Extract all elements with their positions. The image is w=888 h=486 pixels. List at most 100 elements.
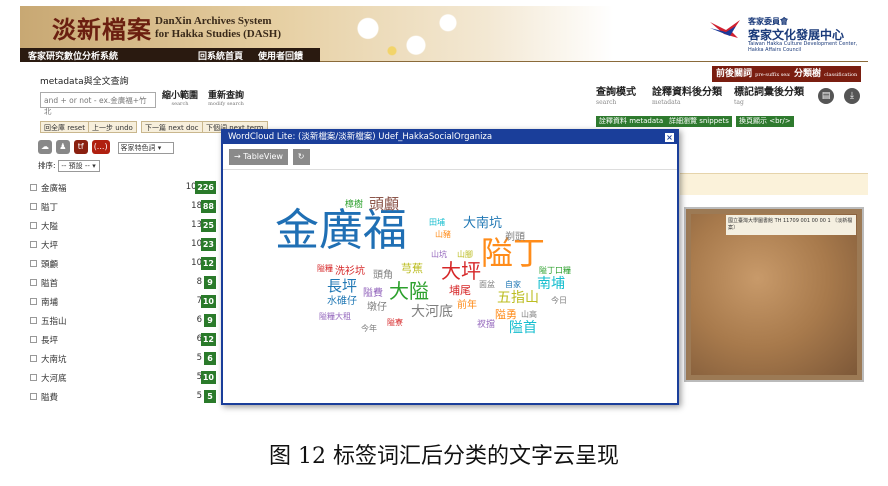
term-checkbox[interactable] xyxy=(30,279,37,286)
term-freq-badge[interactable]: 88 xyxy=(200,200,216,213)
term-checkbox[interactable] xyxy=(30,241,37,248)
term-freq-badge[interactable]: 9 xyxy=(204,276,216,289)
cloud-word[interactable]: 芎蕉 xyxy=(401,263,423,274)
list-item[interactable]: 金廣福 101 226 xyxy=(30,180,220,199)
cloud-icon[interactable]: ☁ xyxy=(38,140,52,154)
search-input[interactable]: and + or not - ex.金廣福+竹北 xyxy=(40,92,156,116)
reset-button[interactable]: 回全庫 reset xyxy=(40,121,89,133)
cloud-word[interactable]: 金廣福 xyxy=(275,209,407,253)
list-item[interactable]: 大河底 5 10 xyxy=(30,370,220,389)
list-item[interactable]: 南埔 7 10 xyxy=(30,294,220,313)
cloud-word[interactable]: 大河底 xyxy=(411,305,453,319)
tab-pre-suffix[interactable]: 前後關詞 pre-suffix search xyxy=(712,66,802,82)
table-view-button[interactable]: → TableView xyxy=(229,149,288,165)
cloud-word[interactable]: 長坪 xyxy=(327,279,357,294)
cloud-word[interactable]: 隘糧大租 xyxy=(319,313,351,321)
term-freq-badge[interactable]: 6 xyxy=(204,352,216,365)
term-checkbox[interactable] xyxy=(30,260,37,267)
term-freq-badge[interactable]: 226 xyxy=(195,181,216,194)
person-icon[interactable]: ♟ xyxy=(55,140,70,154)
cloud-word[interactable]: 今日 xyxy=(551,297,567,305)
snippets-button[interactable]: 詳細瀏覽 snippets xyxy=(666,116,732,127)
close-button[interactable]: × xyxy=(665,133,674,142)
list-item[interactable]: 隘丁 18 88 xyxy=(30,199,220,218)
cloud-word[interactable]: 山豬 xyxy=(435,231,451,239)
term-freq-badge[interactable]: 10 xyxy=(200,295,216,308)
cloud-word[interactable]: 大南坑 xyxy=(463,217,502,230)
term-freq-badge[interactable]: 10 xyxy=(200,371,216,384)
cloud-word[interactable]: 田埔 xyxy=(429,219,445,227)
modify-search-button[interactable]: 重新查詢 modify search xyxy=(208,92,244,108)
term-checkbox[interactable] xyxy=(30,355,37,362)
tag-classify-button[interactable]: 標記詞彙後分類 tag xyxy=(734,88,804,108)
list-item[interactable]: 五指山 6 9 xyxy=(30,313,220,332)
term-checkbox[interactable] xyxy=(30,222,37,229)
cloud-word[interactable]: 頭顱 xyxy=(369,197,399,212)
term-checkbox[interactable] xyxy=(30,317,37,324)
cloud-word[interactable]: 五指山 xyxy=(497,291,539,305)
cloud-word[interactable]: 洗衫坑 xyxy=(335,267,365,277)
cloud-word[interactable]: 隘首 xyxy=(509,321,537,335)
cloud-word[interactable]: 衩擋 xyxy=(477,321,495,330)
term-checkbox[interactable] xyxy=(30,298,37,305)
refresh-icon[interactable]: ↻ xyxy=(292,149,310,165)
list-item[interactable]: 頭顱 10 12 xyxy=(30,256,220,275)
cloud-word[interactable]: 今年 xyxy=(361,325,377,333)
term-freq-badge[interactable]: 9 xyxy=(204,314,216,327)
term-freq-badge[interactable]: 5 xyxy=(204,390,216,403)
list-item[interactable]: 大坪 10 23 xyxy=(30,237,220,256)
category-select[interactable]: 客家特色詞 ▾ xyxy=(117,141,174,154)
cloud-word[interactable]: 山高 xyxy=(521,311,537,319)
page-display-button[interactable]: 換頁顯示 <br/> xyxy=(736,116,794,127)
tab-classification[interactable]: 分類樹 classification xyxy=(790,66,862,82)
cloud-word[interactable]: 頭角 xyxy=(373,271,393,281)
more-button[interactable]: (...) xyxy=(91,140,110,154)
hakka-council-logo[interactable]: 客家委員會 客家文化發展中心 Taiwan Hakka Culture Deve… xyxy=(708,14,858,53)
cloud-word[interactable]: 樟樹 xyxy=(345,201,363,210)
cloud-word[interactable]: 隘丁口糧 xyxy=(539,267,571,275)
cloud-word[interactable]: 埔尾 xyxy=(449,285,471,296)
cloud-word[interactable]: 大隘 xyxy=(389,281,429,301)
term-checkbox[interactable] xyxy=(30,203,37,210)
cloud-word[interactable]: 山坑 xyxy=(431,251,447,259)
cloud-word[interactable]: 面盆 xyxy=(479,281,495,289)
cloud-word[interactable]: 自家 xyxy=(505,281,521,289)
cloud-word[interactable]: 水碓仔 xyxy=(327,297,357,307)
undo-button[interactable]: 上一步 undo xyxy=(88,121,137,133)
list-item[interactable]: 大隘 13 25 xyxy=(30,218,220,237)
tf-button[interactable]: tf xyxy=(73,140,88,154)
cloud-word[interactable]: 南埔 xyxy=(537,277,565,291)
cloud-word[interactable]: 山腳 xyxy=(457,251,473,259)
term-freq-badge[interactable]: 12 xyxy=(200,333,216,346)
metadata-classify-button[interactable]: 詮釋資料後分類 metadata xyxy=(652,88,722,108)
print-icon[interactable]: ▤ xyxy=(818,88,834,104)
term-checkbox[interactable] xyxy=(30,374,37,381)
term-freq-badge[interactable]: 12 xyxy=(200,257,216,270)
term-checkbox[interactable] xyxy=(30,184,37,191)
term-checkbox[interactable] xyxy=(30,336,37,343)
cloud-word[interactable]: 隘糧 xyxy=(317,265,333,273)
list-item[interactable]: 長坪 6 12 xyxy=(30,332,220,351)
dialog-titlebar[interactable]: WordCloud Lite: (淡新檔案/淡新檔案) Udef_HakkaSo… xyxy=(223,131,677,144)
term-freq-badge[interactable]: 23 xyxy=(200,238,216,251)
download-icon[interactable]: ⤓ xyxy=(844,88,860,104)
list-item[interactable]: 隘首 8 9 xyxy=(30,275,220,294)
cloud-word[interactable]: 剃頭 xyxy=(505,233,525,243)
list-item[interactable]: 隘費 5 5 xyxy=(30,389,220,408)
term-checkbox[interactable] xyxy=(30,393,37,400)
cloud-word[interactable]: 前年 xyxy=(457,301,477,311)
nav-home-link[interactable]: 回系統首頁 xyxy=(198,49,243,62)
cloud-word[interactable]: 墩仔 xyxy=(367,303,387,313)
nav-feedback-link[interactable]: 使用者回饋 xyxy=(258,49,303,62)
archive-scan-image[interactable]: 國立臺灣大學圖書館 TH 11709 001 00 00 1 〔淡新檔案〕 xyxy=(684,207,864,382)
cloud-word[interactable]: 隘費 xyxy=(363,289,383,299)
sort-select[interactable]: -- 預設 -- ▾ xyxy=(58,160,101,172)
metadata-button[interactable]: 詮釋資料 metadata xyxy=(596,116,667,127)
cloud-word[interactable]: 大坪 xyxy=(441,261,481,281)
term-freq-badge[interactable]: 25 xyxy=(200,219,216,232)
search-mode-button[interactable]: 查詢模式 search xyxy=(596,88,636,108)
next-doc-button[interactable]: 下一篇 next doc xyxy=(141,121,203,133)
list-item[interactable]: 大南坑 5 6 xyxy=(30,351,220,370)
narrow-search-button[interactable]: 縮小範圍 search xyxy=(162,92,198,108)
cloud-word[interactable]: 隘勇 xyxy=(495,309,517,320)
